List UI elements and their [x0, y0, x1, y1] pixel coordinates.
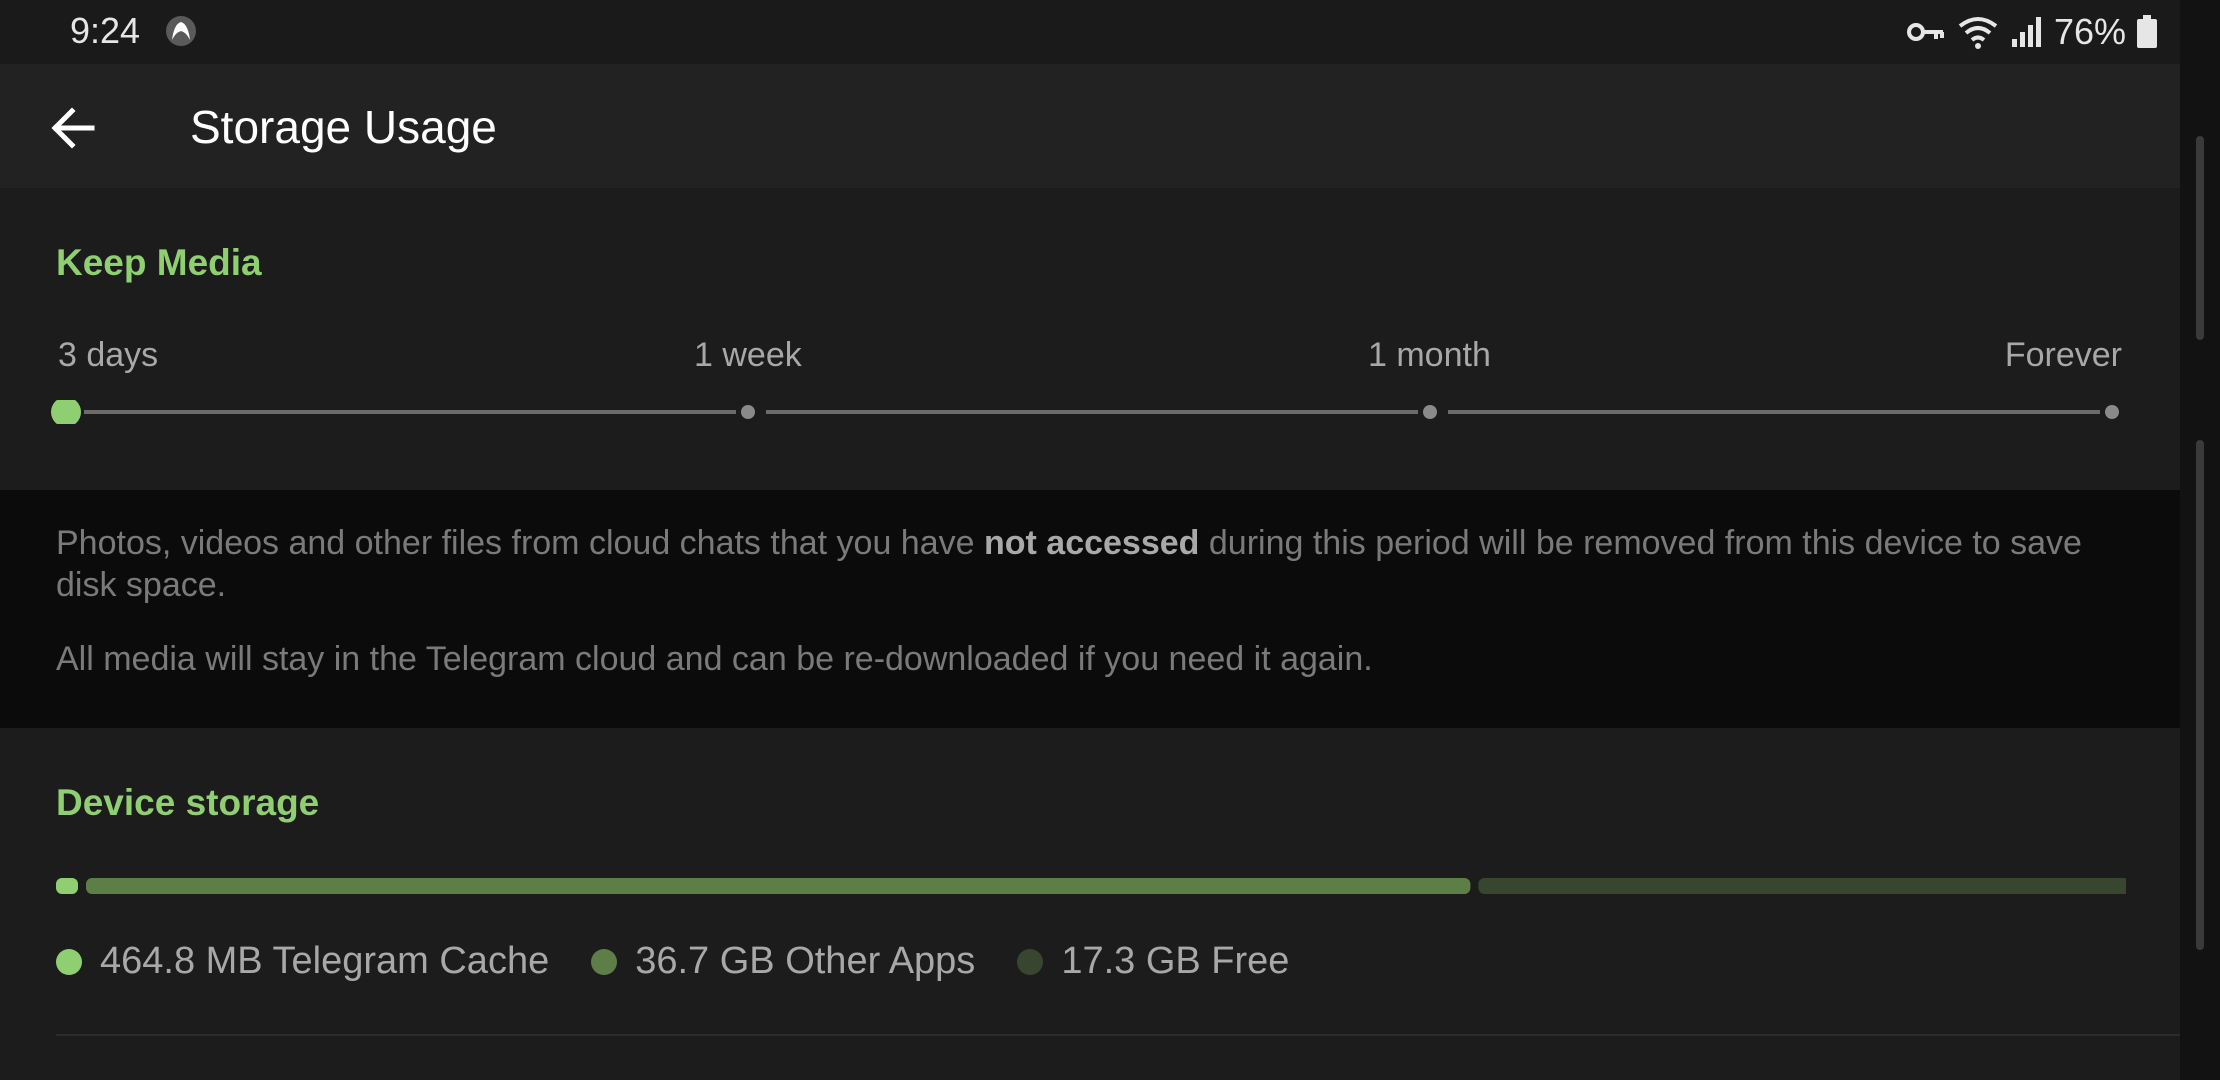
vpn-key-icon	[1906, 23, 1944, 41]
scrollbar-segment	[2196, 740, 2204, 944]
wifi-icon	[1958, 17, 1998, 49]
legend-item-other-apps: 36.7 GB Other Apps	[591, 940, 975, 983]
slider-stop[interactable]	[1423, 405, 1437, 419]
legend-label: 36.7 GB Other Apps	[635, 940, 976, 982]
option-1-week[interactable]: 1 week	[694, 336, 802, 375]
slider-stop[interactable]	[741, 405, 755, 419]
battery-icon	[2137, 15, 2157, 48]
device-storage-section: Device storage 464.8 MB Telegram Cache 3…	[0, 728, 2180, 1080]
keep-media-info: Photos, videos and other files from clou…	[0, 490, 2180, 728]
keep-media-section: Keep Media 3 days 1 week 1 month Forever	[0, 188, 2180, 490]
legend-item-telegram-cache: 464.8 MB Telegram Cache	[56, 940, 549, 983]
info-paragraph-2: All media will stay in the Telegram clou…	[56, 640, 1373, 678]
option-forever[interactable]: Forever	[2005, 336, 2122, 375]
battery-percentage: 76%	[2053, 11, 2126, 52]
status-bar: 9:24 76%	[0, 0, 2180, 64]
legend-label: 17.3 GB Free	[1061, 940, 1290, 982]
storage-segment-telegram-cache	[56, 878, 78, 894]
keep-media-slider[interactable]	[48, 400, 2128, 424]
option-3-days[interactable]: 3 days	[58, 336, 158, 375]
signal-icon	[2011, 17, 2041, 47]
scrollbar-segment	[2196, 136, 2204, 340]
keep-media-title: Keep Media	[56, 242, 262, 283]
app-bar: Storage Usage	[0, 64, 2180, 188]
divider	[56, 1034, 2180, 1036]
slider-thumb[interactable]	[51, 400, 81, 424]
status-time: 9:24	[70, 10, 141, 51]
back-arrow-icon[interactable]	[44, 98, 104, 158]
storage-segment-free	[1478, 878, 2126, 894]
status-icons: 76%	[1906, 10, 2158, 54]
info-paragraph-1: Photos, videos and other files from clou…	[56, 522, 2136, 606]
info-text-part: Photos, videos and other files from clou…	[56, 524, 984, 562]
legend-dot	[1017, 948, 1044, 975]
storage-usage-bar	[56, 878, 2126, 894]
page-title: Storage Usage	[190, 101, 497, 153]
scrollbar[interactable]	[2180, 0, 2220, 1080]
legend-item-free: 17.3 GB Free	[1017, 940, 1289, 983]
storage-legend: 464.8 MB Telegram Cache 36.7 GB Other Ap…	[56, 940, 1331, 983]
legend-label: 464.8 MB Telegram Cache	[100, 940, 550, 982]
slider-stop[interactable]	[2105, 405, 2119, 419]
info-bold-text: not accessed	[983, 524, 1200, 562]
legend-dot	[591, 948, 618, 975]
app-notification-icon	[166, 16, 196, 46]
legend-dot	[56, 948, 82, 975]
device-storage-title: Device storage	[56, 782, 320, 823]
option-1-month[interactable]: 1 month	[1368, 336, 1491, 375]
storage-segment-other-apps	[86, 878, 1471, 894]
